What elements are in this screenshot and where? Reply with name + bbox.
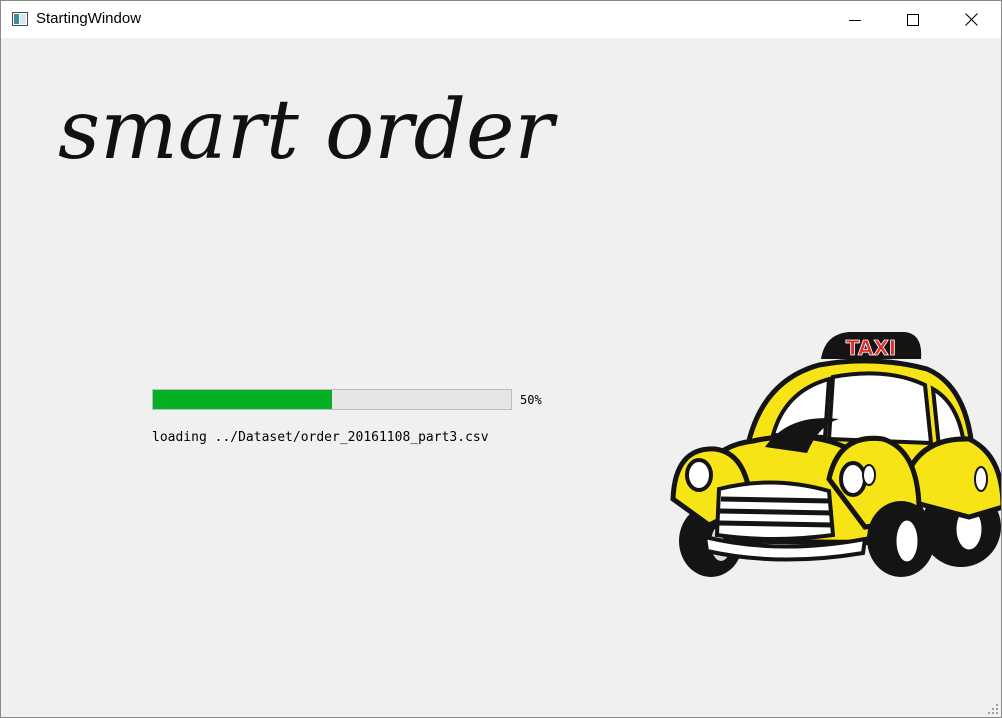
loading-status-text: loading ../Dataset/order_20161108_part3.… [152,430,489,445]
app-logo: smart order [58,83,559,178]
window-title: StartingWindow [36,10,142,27]
loading-progress-bar [152,389,512,410]
taxi-illustration: TAXI [670,332,1001,577]
title-bar[interactable]: StartingWindow [1,1,1001,38]
minimize-icon [849,19,861,21]
maximize-icon [907,13,919,26]
close-icon [964,13,978,26]
taxi-sign-text: TAXI [846,336,896,360]
close-button[interactable] [942,1,1000,38]
app-icon [12,12,28,26]
logo-text: smart order [58,83,559,178]
minimize-button[interactable] [826,1,884,38]
resize-grip-icon[interactable] [987,703,999,715]
maximize-button[interactable] [884,1,942,38]
progress-fill [153,390,332,409]
progress-percentage: 50% [520,393,542,407]
starting-window: StartingWindow smart order 50% loading .… [0,0,1002,718]
